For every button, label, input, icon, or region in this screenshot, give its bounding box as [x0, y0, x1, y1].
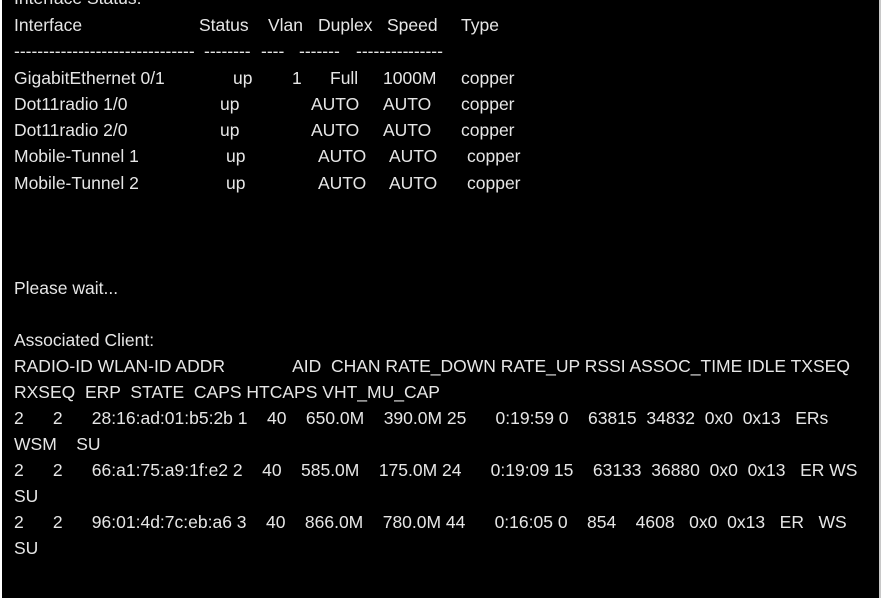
header-status: Status [199, 15, 249, 35]
client-row: 2 2 28:16:ad:01:b5:2b 1 40 650.0M 390.0M… [14, 408, 834, 454]
client-row: 2 2 96:01:4d:7c:eb:a6 3 40 866.0M 780.0M… [14, 512, 852, 558]
interface-row: Dot11radio 2/0 up AUTO AUTO copper [14, 120, 515, 140]
interface-table-separator: ------------------------------- --------… [14, 41, 443, 61]
interface-row: GigabitEthernet 0/1 up 1 Full 1000M copp… [14, 68, 515, 88]
client-row: 2 2 66:a1:75:a9:1f:e2 2 40 585.0M 175.0M… [14, 460, 858, 506]
header-speed: Speed [387, 15, 438, 35]
associated-client-heading: Associated Client: [14, 330, 155, 350]
client-table-header: RADIO-ID WLAN-ID ADDR AID CHAN RATE_DOWN… [14, 356, 855, 402]
interface-status-heading: Interface Status: [14, 0, 141, 10]
interface-row: Dot11radio 1/0 up AUTO AUTO copper [14, 94, 515, 114]
header-duplex: Duplex [318, 15, 373, 35]
header-type: Type [461, 15, 499, 35]
interface-table-header: Interface Status Vlan Duplex Speed Type [14, 13, 499, 37]
terminal-output[interactable]: Interface Status: Interface Status Vlan … [2, 0, 881, 598]
wait-message: Please wait... [14, 278, 119, 298]
interface-row: Mobile-Tunnel 1 up AUTO AUTO copper [14, 146, 521, 166]
header-vlan: Vlan [268, 15, 304, 35]
interface-row: Mobile-Tunnel 2 up AUTO AUTO copper [14, 173, 521, 193]
header-interface: Interface [14, 15, 83, 35]
